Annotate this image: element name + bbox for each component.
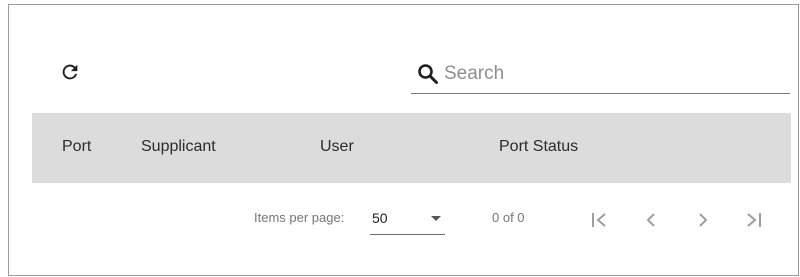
column-header-user[interactable]: User (320, 113, 354, 183)
column-header-port[interactable]: Port (62, 113, 91, 183)
table-header: Port Supplicant User Port Status (32, 113, 791, 183)
previous-page-button[interactable] (636, 205, 666, 235)
first-page-button[interactable] (584, 205, 614, 235)
chevron-down-icon (431, 216, 441, 221)
column-header-port-status[interactable]: Port Status (499, 113, 578, 183)
items-per-page-label: Items per page: (254, 210, 345, 225)
page-size-select[interactable]: 50 (370, 204, 445, 235)
paginator: Items per page: 50 0 of 0 (32, 197, 791, 245)
refresh-icon (62, 64, 78, 80)
page-range-label: 0 of 0 (492, 210, 525, 225)
search-field (411, 55, 790, 94)
search-icon (416, 62, 440, 86)
column-header-supplicant[interactable]: Supplicant (141, 113, 216, 183)
last-page-button[interactable] (739, 205, 769, 235)
refresh-button[interactable] (56, 58, 84, 86)
search-input[interactable] (444, 59, 790, 89)
chevron-left-icon (646, 213, 655, 227)
first-page-icon (592, 213, 606, 227)
next-page-button[interactable] (688, 205, 718, 235)
page-size-value: 50 (372, 210, 388, 226)
chevron-right-icon (699, 213, 708, 227)
last-page-icon (747, 213, 761, 227)
